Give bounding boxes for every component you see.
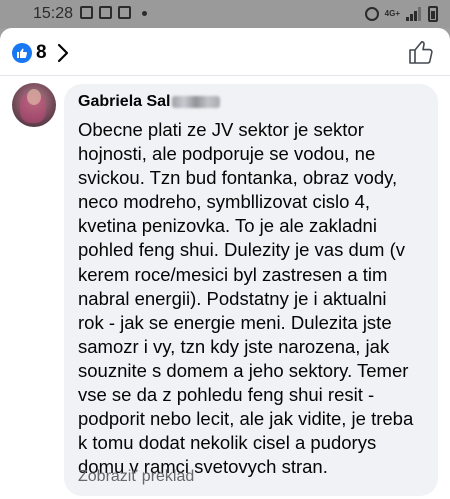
redacted-surname (171, 96, 220, 108)
like-reaction-icon (12, 43, 32, 63)
network-type: 4G+ (384, 9, 400, 18)
messenger-notification-icon (80, 6, 93, 19)
chevron-right-icon[interactable] (56, 42, 70, 64)
reaction-count[interactable]: 8 (36, 42, 47, 64)
status-bar: 15:28 4G+ (0, 0, 450, 28)
status-time: 15:28 (33, 5, 74, 22)
show-translation-link[interactable]: Zobraziť preklad (78, 468, 194, 486)
like-button-icon[interactable] (408, 39, 434, 65)
alarm-icon (364, 7, 379, 21)
system-icons: 4G+ (364, 6, 438, 22)
author-name[interactable]: Gabriela Sal (78, 93, 171, 111)
image-notification-icon (99, 6, 112, 19)
battery-icon (428, 6, 438, 22)
comment-author[interactable]: Gabriela Sal (78, 92, 424, 112)
signal-icon (406, 7, 422, 21)
avatar[interactable] (12, 83, 56, 127)
reactions-bar[interactable]: 8 (0, 28, 450, 76)
more-notifications-icon (142, 11, 147, 16)
app-notification-icon (118, 6, 131, 19)
comment-text: Obecne plati ze JV sektor je sektor hojn… (78, 119, 414, 478)
comments-sheet: 8 Gabriela Sal Obecne plati ze JV sektor… (0, 28, 450, 499)
notification-icons (80, 6, 147, 19)
comment-bubble: Gabriela Sal Obecne plati ze JV sektor j… (64, 84, 438, 496)
